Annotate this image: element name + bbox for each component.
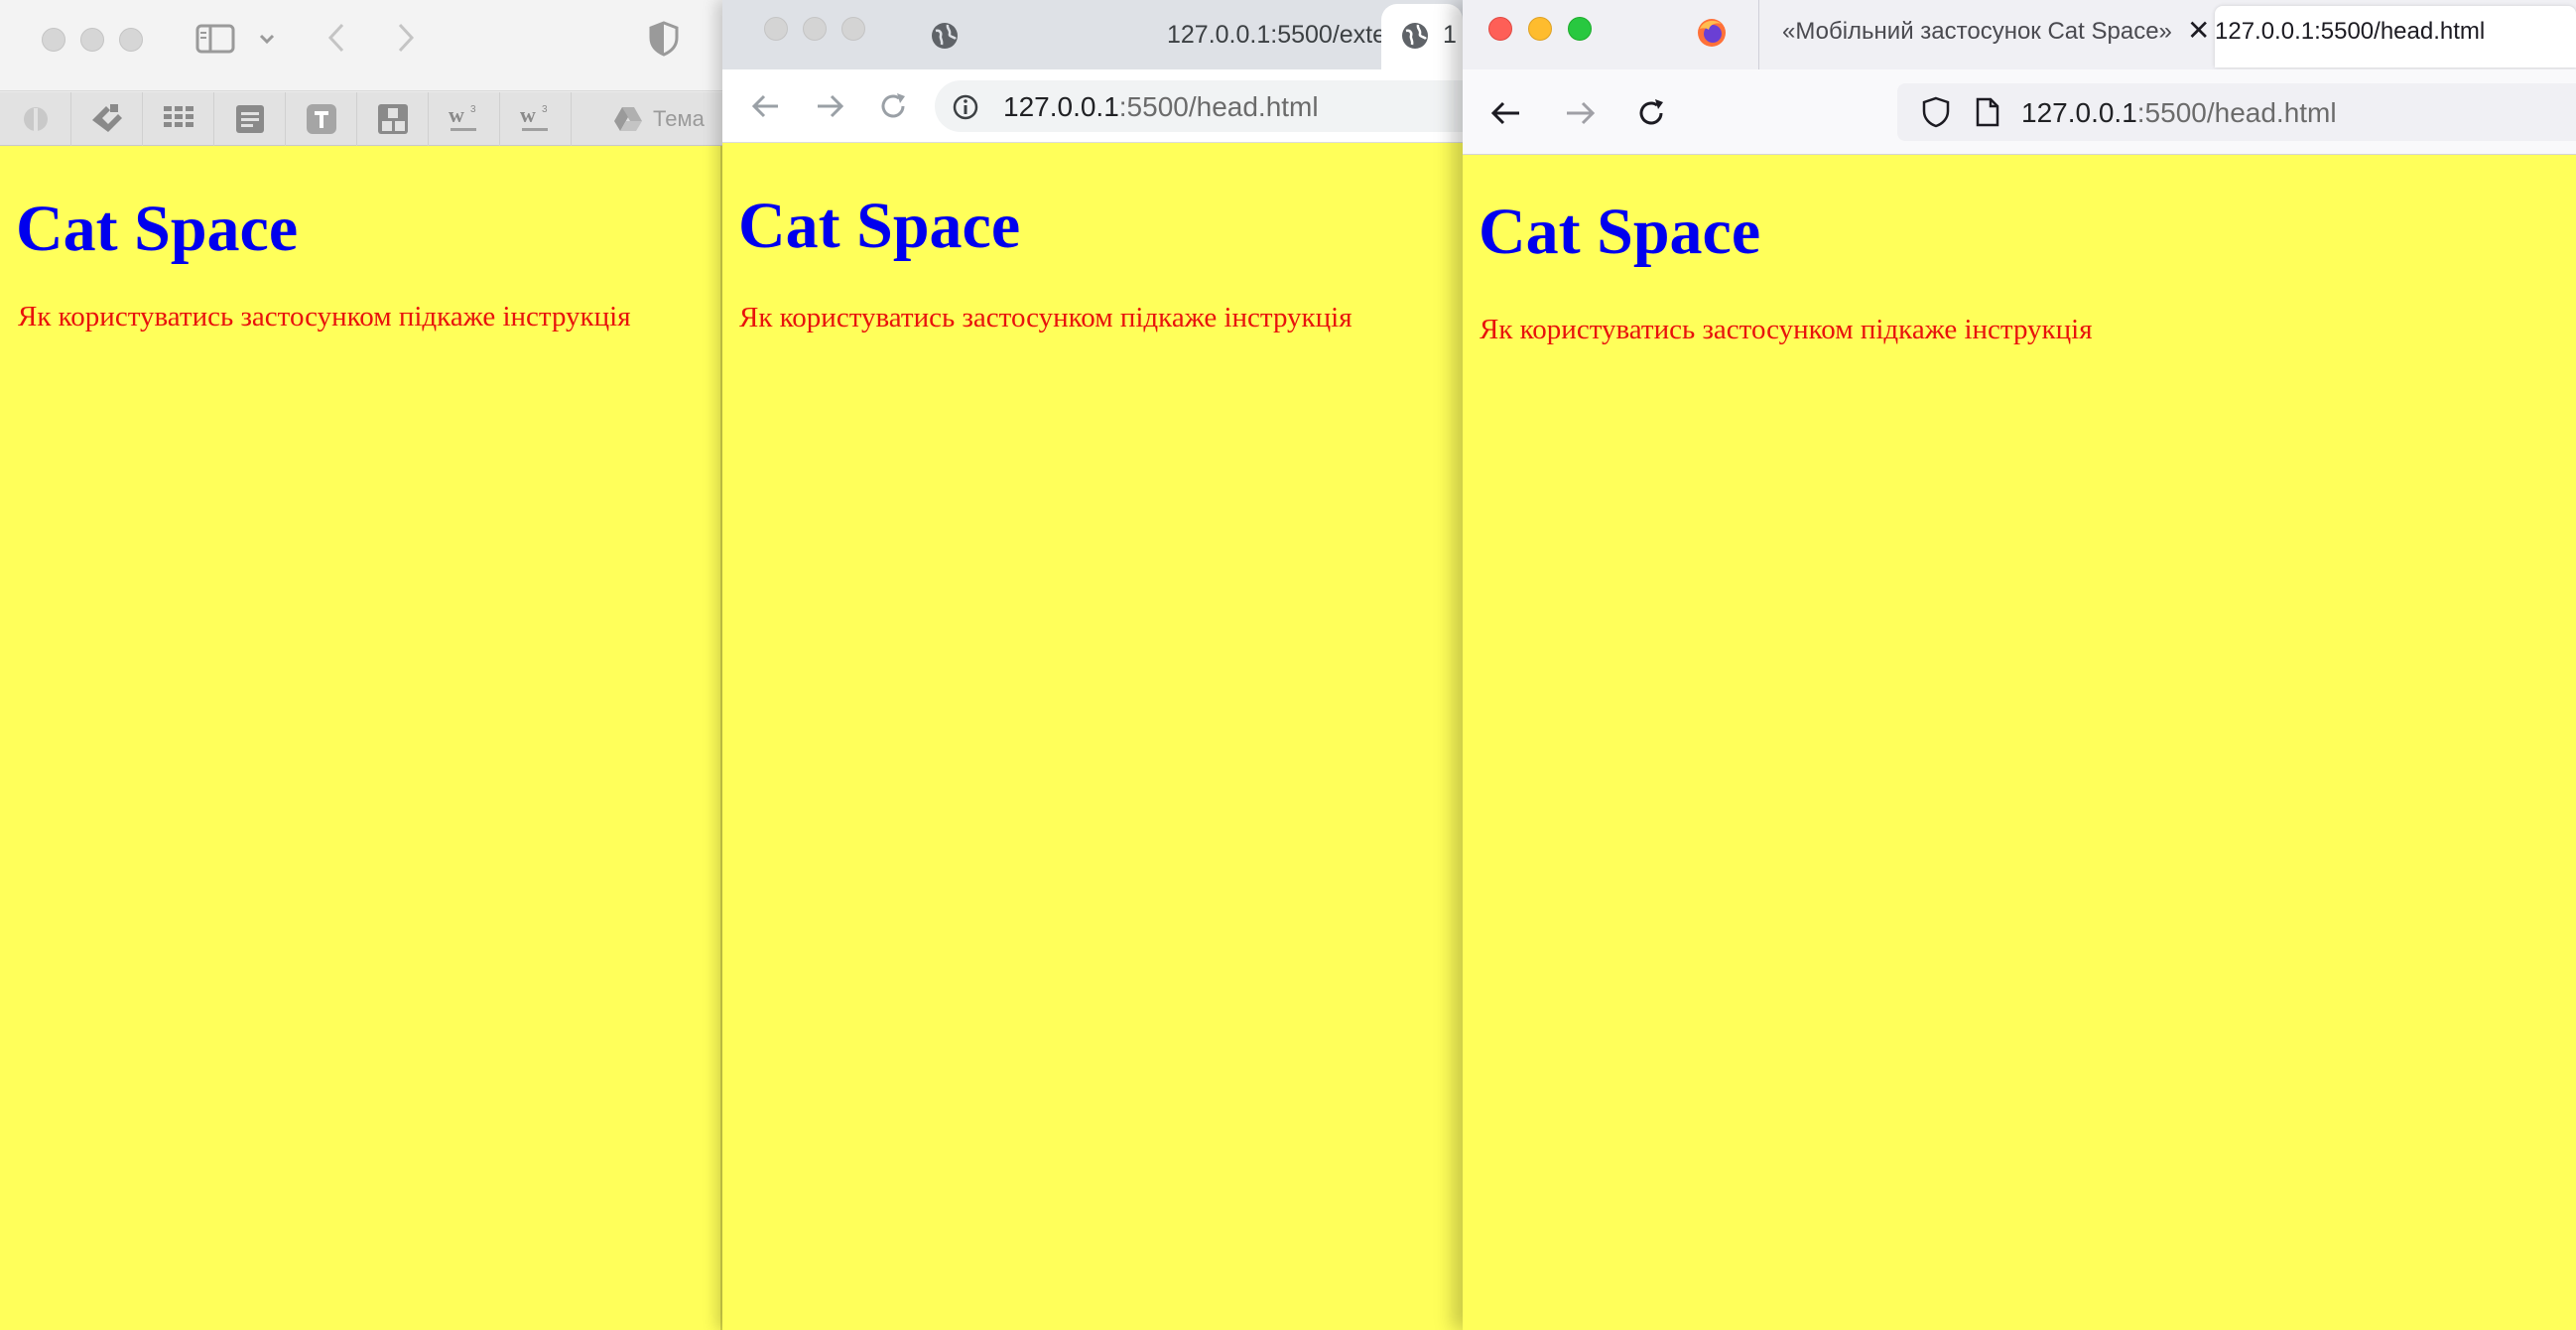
favorite-7[interactable]: w3	[429, 92, 500, 146]
page-icon[interactable]	[1971, 95, 2004, 129]
zoom-window-button[interactable]	[119, 28, 143, 52]
page-heading: Cat Space	[738, 190, 1021, 262]
close-tab-icon[interactable]: ✕	[2187, 14, 2210, 47]
svg-text:w: w	[449, 102, 464, 127]
forward-button[interactable]	[389, 20, 423, 56]
globe-icon	[929, 20, 961, 52]
safari-window: w3 w3 Тема Cat Space Як користуватись за…	[0, 0, 722, 1330]
globe-icon	[1399, 20, 1431, 52]
tab-external[interactable]: 127.0.0.1:5500/external.html ✕	[911, 4, 1463, 69]
tab-title: 1	[1443, 21, 1457, 49]
tracking-shield-icon[interactable]	[1919, 95, 1953, 129]
favorite-2[interactable]	[71, 92, 143, 146]
url-host: 127.0.0.1	[1003, 91, 1119, 122]
reload-button[interactable]	[1631, 93, 1671, 133]
page-paragraph: Як користуватись застосунком підкаже інс…	[739, 302, 1352, 333]
url-path: :5500/head.html	[2136, 97, 2337, 128]
reload-button[interactable]	[873, 86, 913, 126]
puzzle-icon	[88, 102, 126, 136]
svg-text:w: w	[520, 102, 536, 127]
address-bar[interactable]: 127.0.0.1:5500/head.html	[935, 80, 1463, 132]
back-button[interactable]	[320, 20, 353, 56]
forward-button[interactable]	[810, 86, 849, 126]
leaf-icon	[19, 102, 53, 136]
favorites-bar: w3 w3 Тема	[0, 92, 722, 146]
favorite-1[interactable]	[0, 92, 71, 146]
minimize-window-button[interactable]	[80, 28, 104, 52]
chrome-window: 127.0.0.1:5500/external.html ✕ 1 127.0.0…	[722, 0, 1463, 1330]
back-button[interactable]	[746, 86, 786, 126]
address-bar[interactable]: 127.0.0.1:5500/head.html	[1897, 83, 2576, 141]
safari-page-content: Cat Space Як користуватись застосунком п…	[0, 146, 722, 1330]
url-text: 127.0.0.1:5500/head.html	[2021, 97, 2337, 129]
w3schools-icon: w3	[516, 100, 556, 138]
firefox-toolbar: 127.0.0.1:5500/head.html	[1463, 69, 2576, 155]
tab-head-active[interactable]: 127.0.0.1:5500/head.html	[2215, 6, 2576, 67]
w3schools-icon: w3	[445, 100, 484, 138]
tab-active[interactable]: 1	[1381, 4, 1463, 69]
t-icon	[305, 102, 338, 136]
favorite-folder[interactable]: Тема	[611, 92, 722, 146]
safari-titlebar	[0, 0, 722, 91]
info-icon[interactable]	[951, 92, 980, 122]
back-button[interactable]	[1486, 93, 1526, 133]
forward-button[interactable]	[1560, 93, 1600, 133]
tab-separator	[1758, 0, 1759, 69]
minimize-window-button[interactable]	[1528, 17, 1552, 41]
firefox-window: «Мобільний застосунок Cat Space» ✕ 127.0…	[1463, 0, 2576, 1330]
url-host: 127.0.0.1	[2021, 97, 2137, 128]
url-path: :5500/head.html	[1118, 91, 1319, 122]
chrome-toolbar: 127.0.0.1:5500/head.html	[722, 69, 1463, 143]
drive-icon	[611, 102, 645, 136]
page-heading: Cat Space	[1479, 196, 1761, 268]
grid-icon	[162, 104, 195, 134]
close-window-button[interactable]	[42, 28, 65, 52]
chrome-page-content: Cat Space Як користуватись застосунком п…	[722, 143, 1463, 1330]
zoom-window-button[interactable]	[841, 17, 865, 41]
firefox-page-content: Cat Space Як користуватись застосунком п…	[1463, 155, 2576, 1330]
tab-title: «Мобільний застосунок Cat Space»	[1782, 18, 2172, 45]
favorite-4[interactable]	[214, 92, 286, 146]
svg-text:3: 3	[470, 104, 476, 115]
page-paragraph: Як користуватись застосунком підкаже інс…	[18, 301, 631, 332]
favorite-folder-label: Тема	[653, 106, 705, 131]
close-window-button[interactable]	[764, 17, 788, 41]
page-heading: Cat Space	[16, 193, 299, 265]
favorite-3[interactable]	[143, 92, 214, 146]
tab-cat-space[interactable]: «Мобільний застосунок Cat Space» ✕	[1760, 0, 2215, 69]
favorite-5[interactable]	[286, 92, 357, 146]
favorite-6[interactable]	[357, 92, 429, 146]
safari-chrome: w3 w3 Тема	[0, 0, 722, 146]
url-text: 127.0.0.1:5500/head.html	[1003, 91, 1319, 123]
tab-title: 127.0.0.1:5500/head.html	[2215, 18, 2486, 45]
page-paragraph: Як користуватись застосунком підкаже інс…	[1480, 314, 2093, 345]
chrome-tab-strip: 127.0.0.1:5500/external.html ✕ 1	[722, 0, 1463, 69]
favorite-8[interactable]: w3	[500, 92, 572, 146]
firefox-icon[interactable]	[1695, 16, 1729, 50]
close-window-button[interactable]	[1488, 17, 1512, 41]
firefox-tab-strip: «Мобільний застосунок Cat Space» ✕ 127.0…	[1463, 0, 2576, 69]
sidebar-icon[interactable]	[194, 22, 236, 56]
svg-text:3: 3	[542, 104, 548, 115]
zoom-window-button[interactable]	[1568, 17, 1592, 41]
chevron-down-icon[interactable]	[256, 28, 278, 50]
privacy-shield-icon[interactable]	[647, 20, 681, 58]
doc-icon	[233, 102, 267, 136]
minimize-window-button[interactable]	[803, 17, 827, 41]
tiles-icon	[376, 102, 410, 136]
